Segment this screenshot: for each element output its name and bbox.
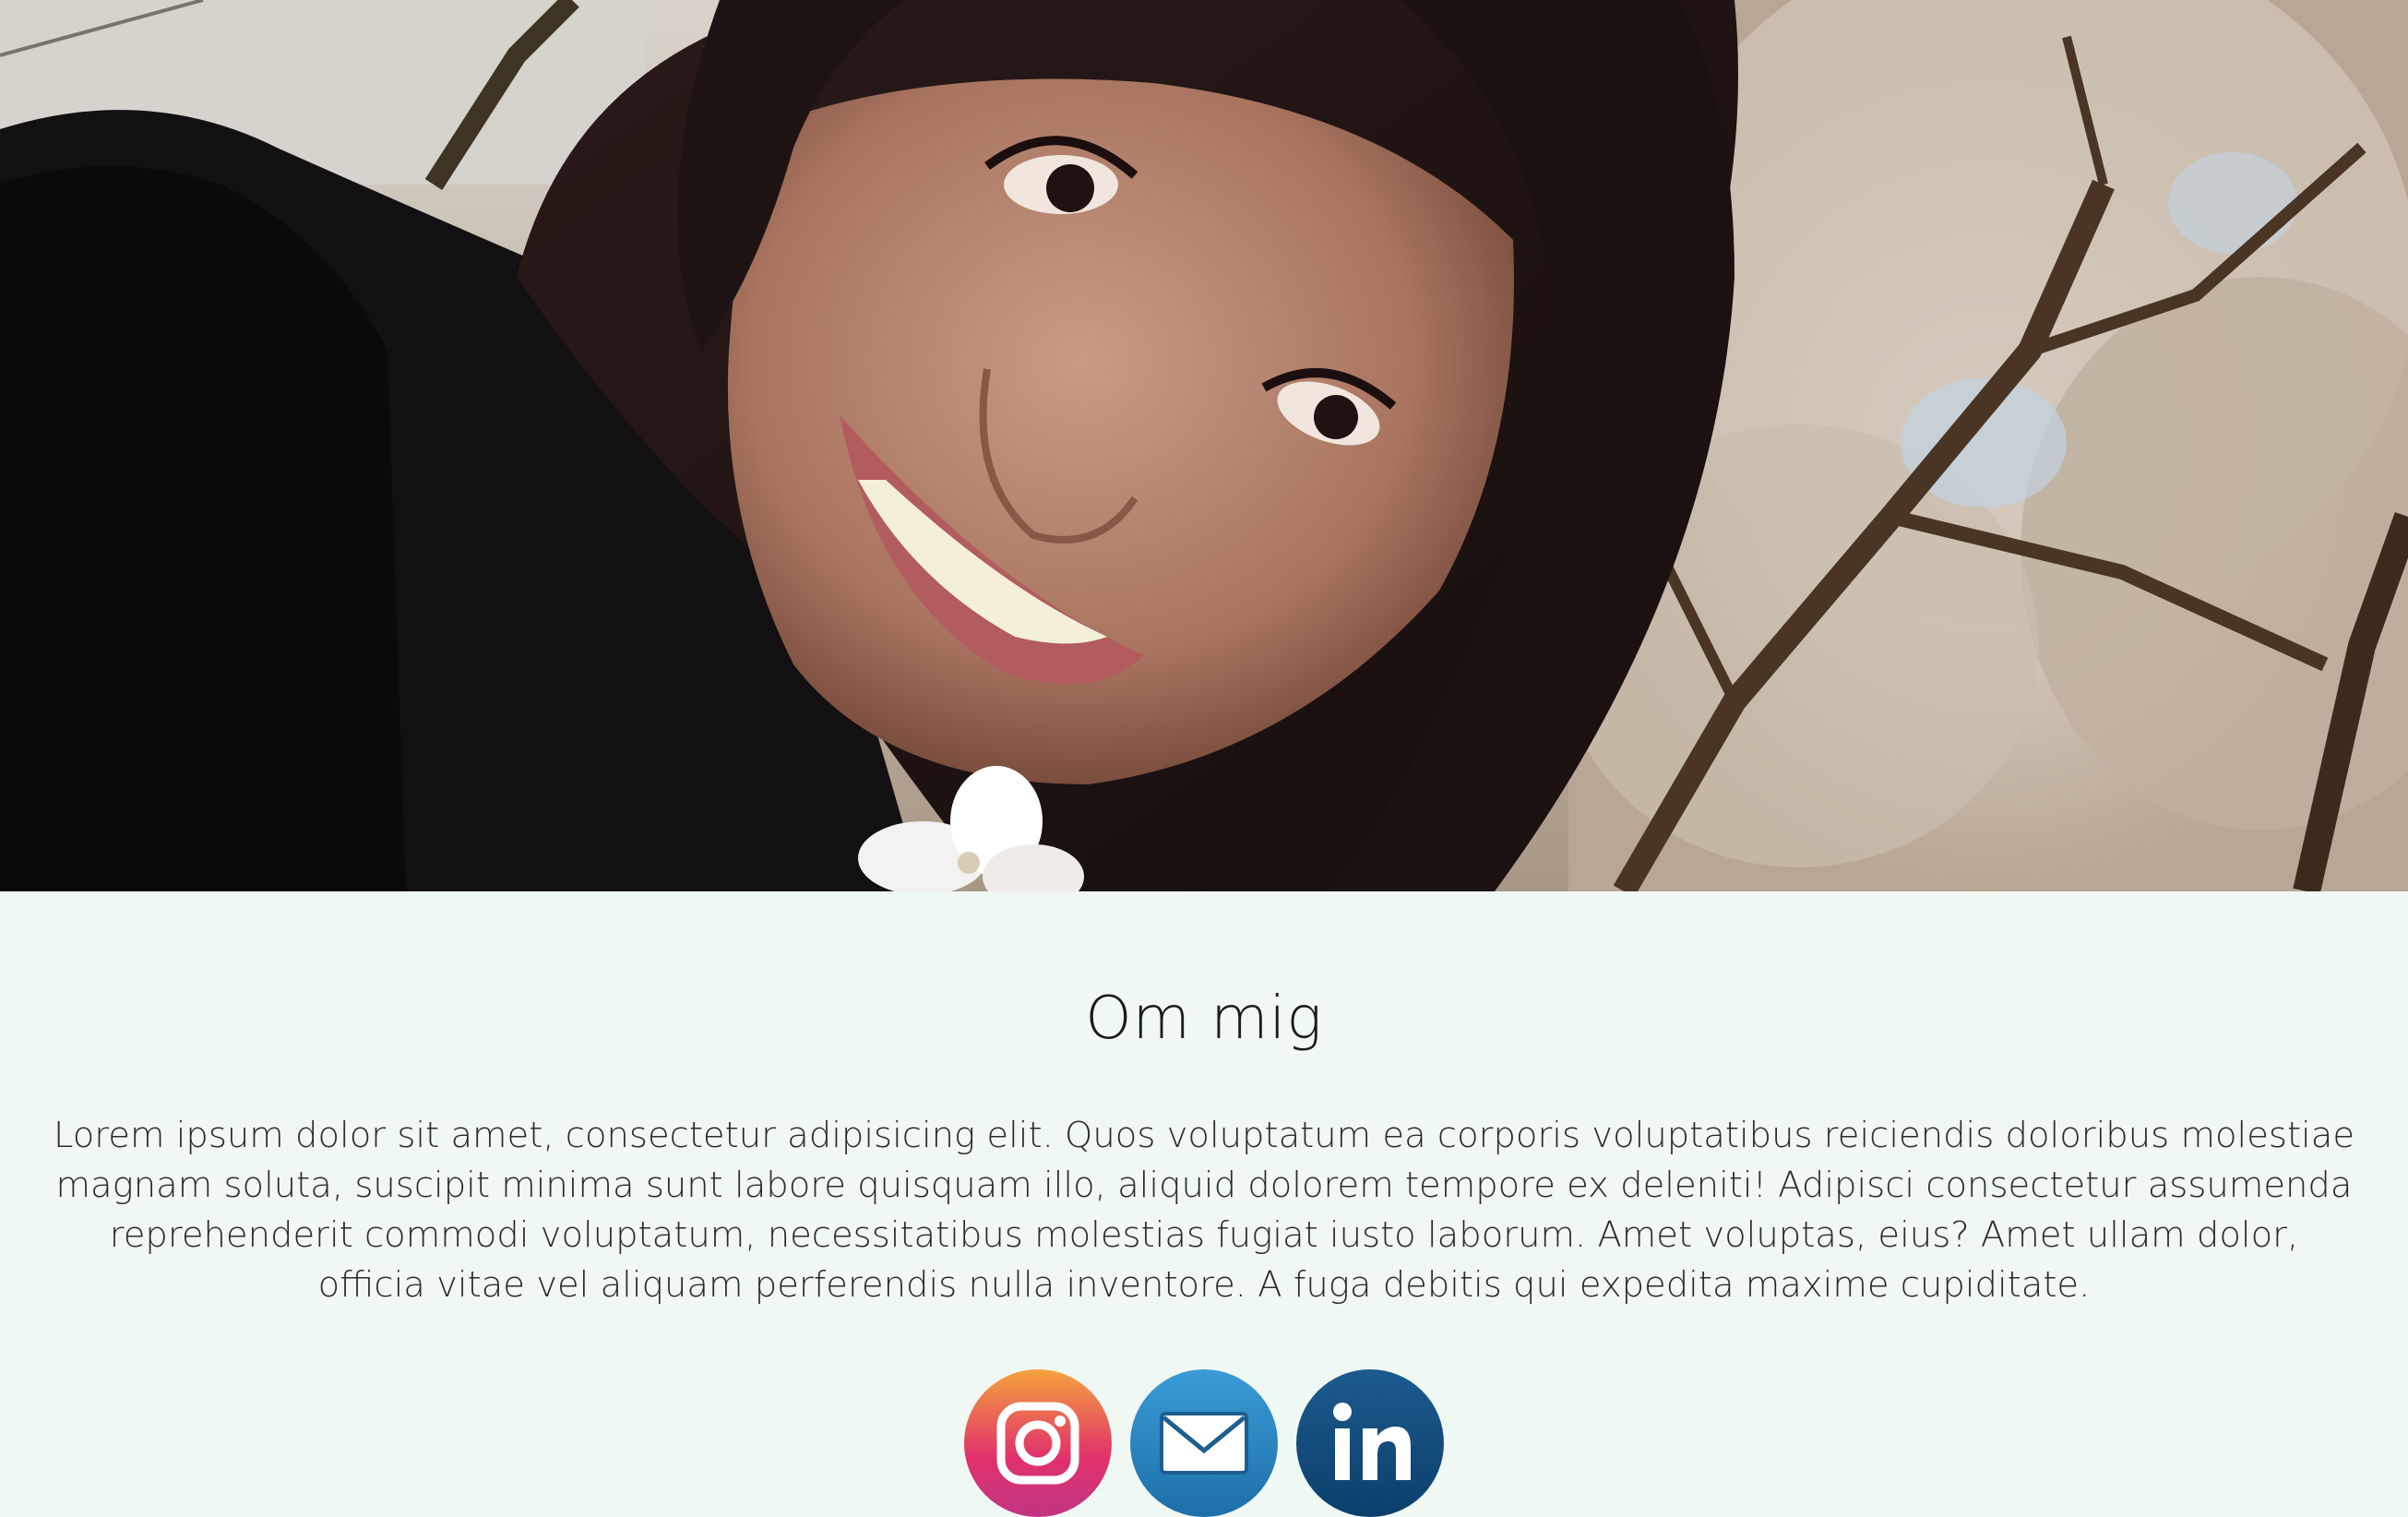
mail-link[interactable] <box>1130 1369 1278 1517</box>
portrait-photo <box>0 0 2408 891</box>
mail-icon <box>1160 1412 1248 1475</box>
about-title: Om mig <box>1085 985 1323 1053</box>
linkedin-link[interactable] <box>1296 1369 1444 1517</box>
about-body: Lorem ipsum dolor sit amet, consectetur … <box>53 1115 2355 1306</box>
instagram-link[interactable] <box>964 1369 1112 1517</box>
hero-photo <box>0 0 2408 891</box>
social-links <box>0 1369 2408 1517</box>
linkedin-icon <box>1333 1403 1411 1480</box>
about-section: Om mig Lorem ipsum dolor sit amet, conse… <box>0 891 2408 1517</box>
instagram-icon <box>996 1402 1079 1485</box>
